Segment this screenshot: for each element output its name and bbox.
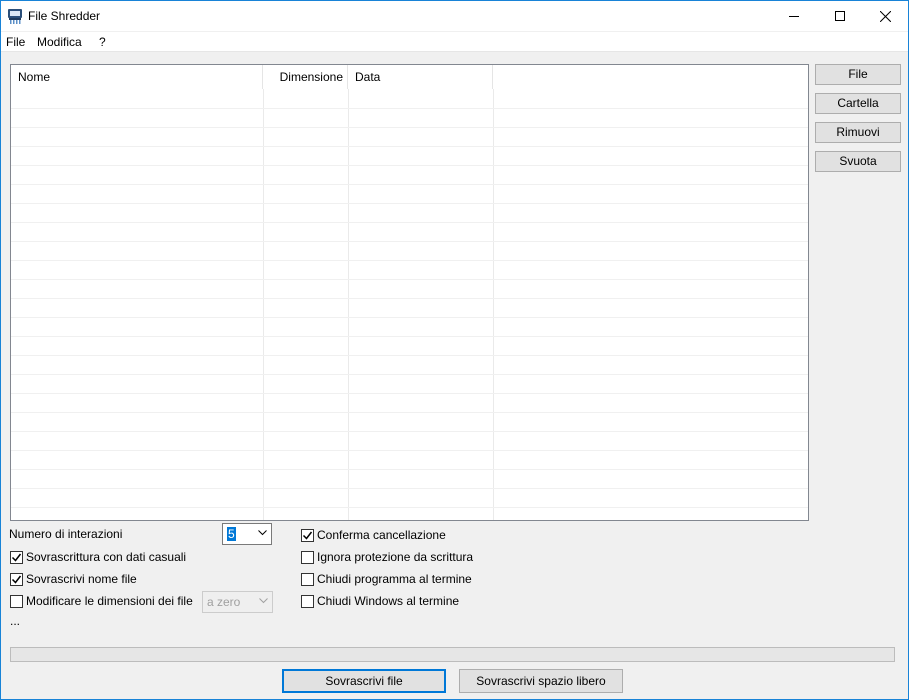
minimize-icon <box>789 16 799 17</box>
ignore-protection-label[interactable]: Ignora protezione da scrittura <box>317 550 473 564</box>
chevron-down-icon <box>259 598 268 604</box>
column-divider <box>493 89 494 520</box>
menu-file[interactable]: File <box>6 35 25 49</box>
remove-button[interactable]: Rimuovi <box>815 122 901 143</box>
row-divider <box>11 260 808 261</box>
row-divider <box>11 165 808 166</box>
column-header-dimensione[interactable]: Dimensione <box>263 65 348 89</box>
minimize-button[interactable] <box>771 1 817 31</box>
shredder-app-icon <box>8 9 22 24</box>
close-icon <box>879 10 891 22</box>
maximize-button[interactable] <box>817 1 863 31</box>
row-divider <box>11 374 808 375</box>
row-divider <box>11 450 808 451</box>
overwrite-files-button[interactable]: Sovrascrivi file <box>282 669 446 693</box>
column-header-nome[interactable]: Nome <box>11 65 263 89</box>
modify-size-checkbox[interactable] <box>10 595 23 608</box>
row-divider <box>11 127 808 128</box>
close-program-checkbox[interactable] <box>301 573 314 586</box>
chevron-down-icon <box>258 530 267 536</box>
menu-bar: File Modifica ? <box>1 32 908 52</box>
row-divider <box>11 146 808 147</box>
checkmark-icon <box>302 531 313 540</box>
row-divider <box>11 469 808 470</box>
menu-help[interactable]: ? <box>99 35 106 49</box>
add-file-button[interactable]: File <box>815 64 901 85</box>
row-divider <box>11 279 808 280</box>
ignore-protection-checkbox[interactable] <box>301 551 314 564</box>
row-divider <box>11 355 808 356</box>
confirm-delete-checkbox[interactable] <box>301 529 314 542</box>
column-header-data[interactable]: Data <box>348 65 493 89</box>
overwrite-random-label[interactable]: Sovrascrittura con dati casuali <box>26 550 186 564</box>
overwrite-random-checkbox[interactable] <box>10 551 23 564</box>
maximize-icon <box>835 11 845 21</box>
iterations-select[interactable]: 5 <box>222 523 272 545</box>
row-divider <box>11 222 808 223</box>
row-divider <box>11 203 808 204</box>
row-divider <box>11 393 808 394</box>
file-list[interactable]: Nome Dimensione Data <box>10 64 809 521</box>
column-divider <box>263 89 264 520</box>
row-divider <box>11 507 808 508</box>
menu-modifica[interactable]: Modifica <box>37 35 82 49</box>
window-title: File Shredder <box>28 9 101 23</box>
title-bar: File Shredder <box>1 1 908 31</box>
close-button[interactable] <box>862 1 908 31</box>
column-divider <box>348 89 349 520</box>
list-header: Nome Dimensione Data <box>11 65 808 89</box>
row-divider <box>11 488 808 489</box>
app-window: File Shredder File Modifica ? Nome Dimen… <box>0 0 909 700</box>
checkmark-icon <box>11 575 22 584</box>
row-divider <box>11 336 808 337</box>
size-mode-value: a zero <box>207 595 241 609</box>
overwrite-free-space-button[interactable]: Sovrascrivi spazio libero <box>459 669 623 693</box>
row-divider <box>11 108 808 109</box>
row-divider <box>11 431 808 432</box>
close-program-label[interactable]: Chiudi programma al termine <box>317 572 472 586</box>
confirm-delete-label[interactable]: Conferma cancellazione <box>317 528 446 542</box>
row-divider <box>11 298 808 299</box>
modify-size-label[interactable]: Modificare le dimensioni dei file <box>26 594 193 608</box>
overwrite-name-label[interactable]: Sovrascrivi nome file <box>26 572 137 586</box>
row-divider <box>11 241 808 242</box>
shutdown-windows-label[interactable]: Chiudi Windows al termine <box>317 594 459 608</box>
size-mode-select[interactable]: a zero <box>202 591 273 613</box>
row-divider <box>11 184 808 185</box>
checkmark-icon <box>11 553 22 562</box>
shutdown-windows-checkbox[interactable] <box>301 595 314 608</box>
add-folder-button[interactable]: Cartella <box>815 93 901 114</box>
overwrite-name-checkbox[interactable] <box>10 573 23 586</box>
row-divider <box>11 412 808 413</box>
row-divider <box>11 317 808 318</box>
clear-list-button[interactable]: Svuota <box>815 151 901 172</box>
iterations-value: 5 <box>227 527 236 541</box>
progress-bar <box>10 647 895 662</box>
more-options-ellipsis[interactable]: ... <box>10 614 20 628</box>
iterations-label: Numero di interazioni <box>9 527 123 541</box>
